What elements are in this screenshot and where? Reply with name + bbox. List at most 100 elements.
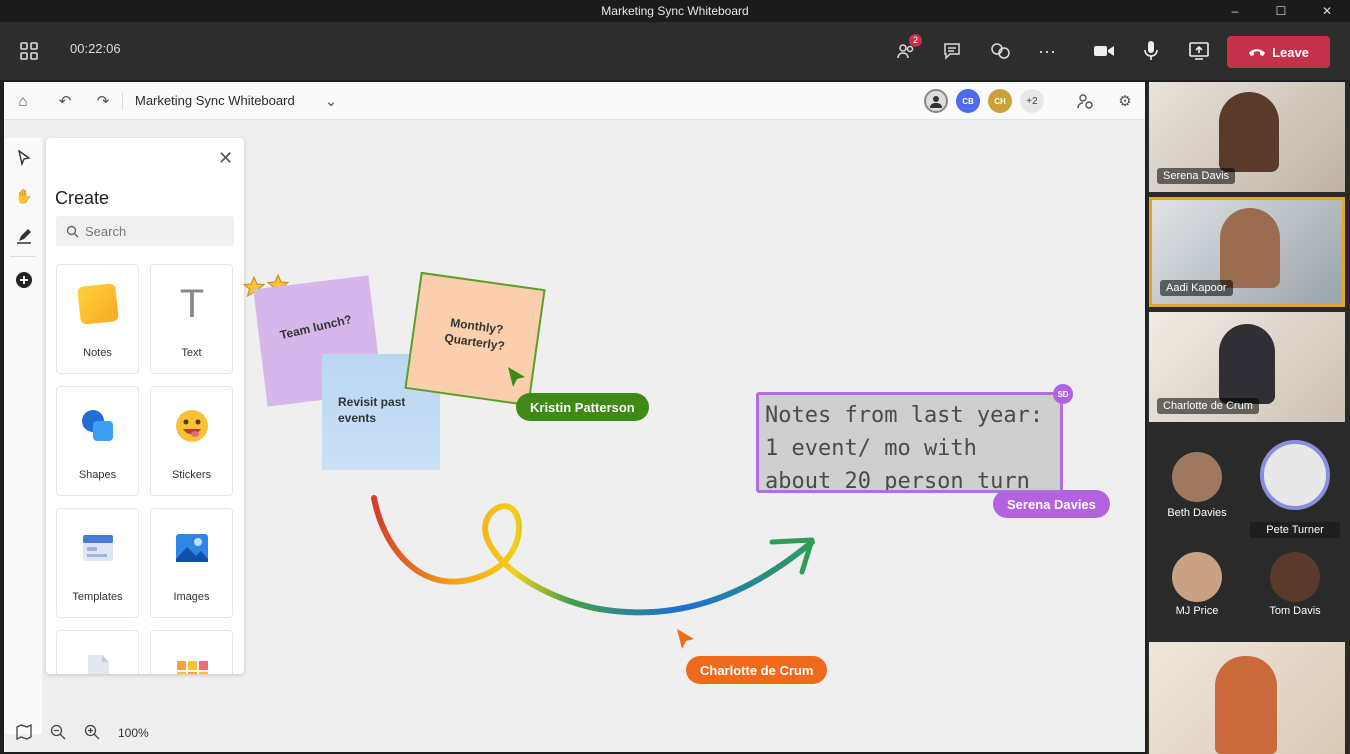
participant-name: Aadi Kapoor [1160, 280, 1233, 296]
document-icon [79, 651, 117, 674]
zoom-controls: 100% [4, 716, 184, 750]
create-tile-stickers[interactable]: Stickers [150, 386, 233, 496]
avatar-speaking[interactable] [1260, 440, 1330, 510]
leave-label: Leave [1272, 44, 1309, 60]
image-icon [173, 529, 211, 567]
tile-label: Images [173, 591, 210, 603]
window-title: Marketing Sync Whiteboard [601, 4, 749, 18]
zoom-out-icon[interactable] [50, 724, 66, 743]
search-input[interactable]: Search [56, 216, 234, 246]
settings-gear-icon[interactable]: ⚙ [1114, 90, 1136, 112]
participant-video [1219, 92, 1279, 172]
cursor-label-kristin: Kristin Patterson [516, 393, 649, 421]
participant-video [1219, 324, 1275, 404]
share-people-icon[interactable] [1074, 90, 1096, 112]
participant-video [1215, 656, 1277, 754]
editor-badge: SD [1053, 384, 1073, 404]
sticky-note-text: Team lunch? [279, 312, 354, 343]
participants-badge: 2 [909, 34, 922, 47]
collaborator-avatar[interactable] [924, 89, 948, 113]
sticky-note-text: Revisit past events [338, 395, 406, 425]
chat-icon[interactable] [941, 40, 963, 62]
grid-table-icon [173, 651, 211, 674]
phone-hangup-icon [1249, 49, 1266, 56]
toolbar-divider [122, 92, 123, 110]
avatar[interactable] [1270, 552, 1320, 602]
video-tile[interactable] [1149, 642, 1345, 754]
cursor-label-serena: Serena Davies [993, 490, 1110, 518]
video-tile[interactable]: Charlotte de Crum [1149, 312, 1345, 422]
create-tile-text[interactable]: T Text [150, 264, 233, 374]
tool-rail: ✋ [4, 138, 42, 734]
grid-view-icon[interactable] [18, 40, 40, 62]
create-tile-shapes[interactable]: Shapes [56, 386, 139, 496]
avatar-name: Tom Davis [1269, 605, 1321, 617]
meeting-toolbar: 00:22:06 2 ··· Leave [0, 22, 1350, 80]
create-panel: ✕ Create Search Notes T Text Shapes Stic… [46, 138, 244, 674]
text-t-icon: T [179, 282, 205, 326]
create-tile-templates[interactable]: Templates [56, 508, 139, 618]
close-window-button[interactable]: ✕ [1304, 0, 1350, 22]
add-create-icon[interactable] [12, 268, 36, 292]
create-tile-notes[interactable]: Notes [56, 264, 139, 374]
microphone-icon[interactable] [1140, 39, 1162, 63]
collaborator-avatar-cb[interactable]: CB [956, 89, 980, 113]
create-tile-document[interactable] [56, 630, 139, 674]
cursor-arrow-icon [508, 367, 525, 387]
whiteboard-toolbar: ⌂ ↶ ↷ Marketing Sync Whiteboard ⌄ CB CH … [4, 82, 1145, 120]
search-placeholder: Search [85, 223, 127, 239]
notes-icon [77, 283, 119, 325]
sticker-emoji-icon [173, 407, 211, 445]
shapes-icon [79, 407, 117, 445]
more-options-icon[interactable]: ··· [1036, 40, 1058, 62]
undo-icon[interactable]: ↶ [54, 90, 76, 112]
collaborator-avatar-ch[interactable]: CH [988, 89, 1012, 113]
select-pointer-icon[interactable] [12, 146, 36, 170]
pen-icon[interactable] [12, 224, 36, 248]
share-screen-icon[interactable] [1187, 40, 1211, 62]
participant-name: Charlotte de Crum [1157, 398, 1259, 414]
avatar[interactable] [1172, 452, 1222, 502]
video-gallery: Serena Davis Aadi Kapoor Charlotte de Cr… [1147, 82, 1350, 754]
search-icon [66, 225, 79, 237]
hand-pan-icon[interactable]: ✋ [12, 184, 36, 208]
avatar-name: Beth Davies [1167, 507, 1227, 519]
reactions-icon[interactable] [988, 40, 1012, 62]
templates-icon [79, 529, 117, 567]
create-panel-title: Create [55, 188, 110, 208]
text-note[interactable]: Notes from last year: 1 event/ mo with a… [756, 392, 1063, 493]
video-tile[interactable]: Serena Davis [1149, 82, 1345, 192]
rail-divider [10, 256, 36, 257]
create-tile-images[interactable]: Images [150, 508, 233, 618]
chevron-down-icon[interactable]: ⌄ [320, 90, 342, 112]
avatar-name: MJ Price [1175, 605, 1219, 617]
ink-stroke-arrow [371, 495, 815, 616]
whiteboard-title: Marketing Sync Whiteboard [135, 93, 295, 108]
whiteboard-stage: ⌂ ↶ ↷ Marketing Sync Whiteboard ⌄ CB CH … [4, 82, 1145, 752]
video-tile-active-speaker[interactable]: Aadi Kapoor [1149, 197, 1345, 307]
meeting-timer: 00:22:06 [70, 41, 121, 56]
camera-icon[interactable] [1092, 40, 1116, 62]
window-titlebar: Marketing Sync Whiteboard – ☐ ✕ [0, 0, 1350, 22]
avatar[interactable] [1172, 552, 1222, 602]
minimize-button[interactable]: – [1212, 0, 1258, 22]
zoom-in-icon[interactable] [84, 724, 100, 743]
cursor-label-charlotte: Charlotte de Crum [686, 656, 828, 684]
tile-label: Shapes [78, 469, 117, 481]
maximize-button[interactable]: ☐ [1258, 0, 1304, 22]
more-collaborators[interactable]: +2 [1020, 89, 1044, 113]
participant-video [1220, 208, 1280, 288]
home-icon[interactable]: ⌂ [12, 90, 34, 112]
sticky-note-text: Monthly? Quarterly? [443, 315, 506, 354]
redo-icon[interactable]: ↷ [92, 90, 114, 112]
tile-label: Templates [72, 591, 123, 603]
close-panel-icon[interactable]: ✕ [218, 148, 233, 169]
participant-name: Serena Davis [1157, 168, 1236, 184]
zoom-level[interactable]: 100% [118, 726, 149, 740]
tile-label: Stickers [171, 469, 212, 481]
avatar-name: Pete Turner [1250, 522, 1340, 538]
tile-label: Notes [83, 347, 112, 359]
leave-button[interactable]: Leave [1227, 36, 1330, 68]
create-tile-grid[interactable] [150, 630, 233, 674]
map-icon[interactable] [16, 723, 32, 743]
